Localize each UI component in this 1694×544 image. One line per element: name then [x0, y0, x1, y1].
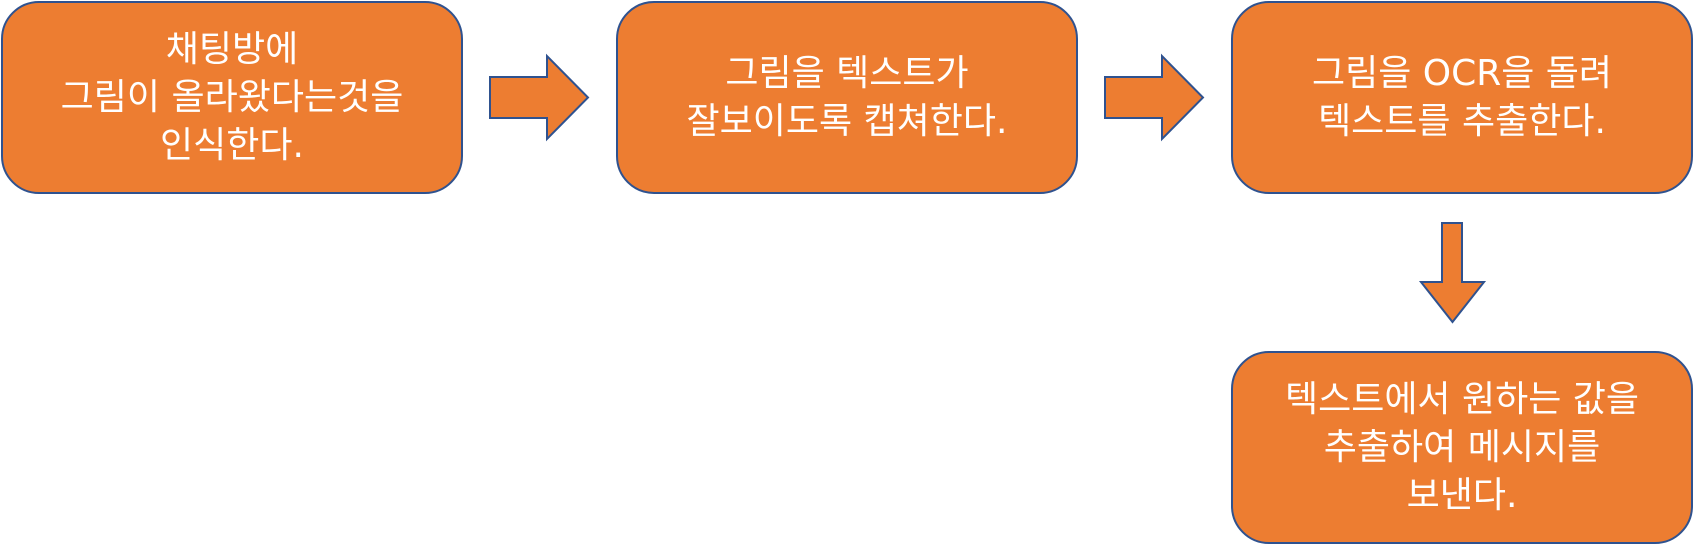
- flow-step-4-line-2: 추출하여 메시지를: [1323, 426, 1601, 468]
- flow-step-1-line-2: 그림이 올라왔다는것을: [60, 76, 404, 118]
- flow-step-4-line-1: 텍스트에서 원하는 값을: [1284, 378, 1640, 420]
- flow-step-3-line-1: 그림을 OCR을 돌려: [1311, 52, 1613, 94]
- flow-step-1-text: 채팅방에 그림이 올라왔다는것을 인식한다.: [61, 26, 404, 170]
- flow-step-3-text: 그림을 OCR을 돌려 텍스트를 추출한다.: [1312, 50, 1612, 146]
- flow-step-4-line-3: 보낸다.: [1406, 474, 1518, 516]
- flow-step-1-line-3: 인식한다.: [160, 124, 304, 166]
- flow-step-4-text: 텍스트에서 원하는 값을 추출하여 메시지를 보낸다.: [1285, 376, 1639, 520]
- flow-step-2-line-1: 그림을 텍스트가: [725, 52, 969, 94]
- flow-step-1-box: 채팅방에 그림이 올라왔다는것을 인식한다.: [1, 1, 463, 194]
- down-arrow-icon: [1418, 222, 1487, 324]
- flow-step-3-line-2: 텍스트를 추출한다.: [1318, 100, 1606, 142]
- flow-step-2-box: 그림을 텍스트가 잘보이도록 캡쳐한다.: [616, 1, 1078, 194]
- flow-step-2-line-2: 잘보이도록 캡쳐한다.: [686, 100, 1008, 142]
- flow-step-3-box: 그림을 OCR을 돌려 텍스트를 추출한다.: [1231, 1, 1693, 194]
- flow-step-4-box: 텍스트에서 원하는 값을 추출하여 메시지를 보낸다.: [1231, 351, 1693, 544]
- right-arrow-2-icon: [1104, 53, 1205, 142]
- flow-step-2-text: 그림을 텍스트가 잘보이도록 캡쳐한다.: [687, 50, 1008, 146]
- right-arrow-1-icon: [489, 53, 590, 142]
- flow-step-1-line-1: 채팅방에: [165, 28, 299, 70]
